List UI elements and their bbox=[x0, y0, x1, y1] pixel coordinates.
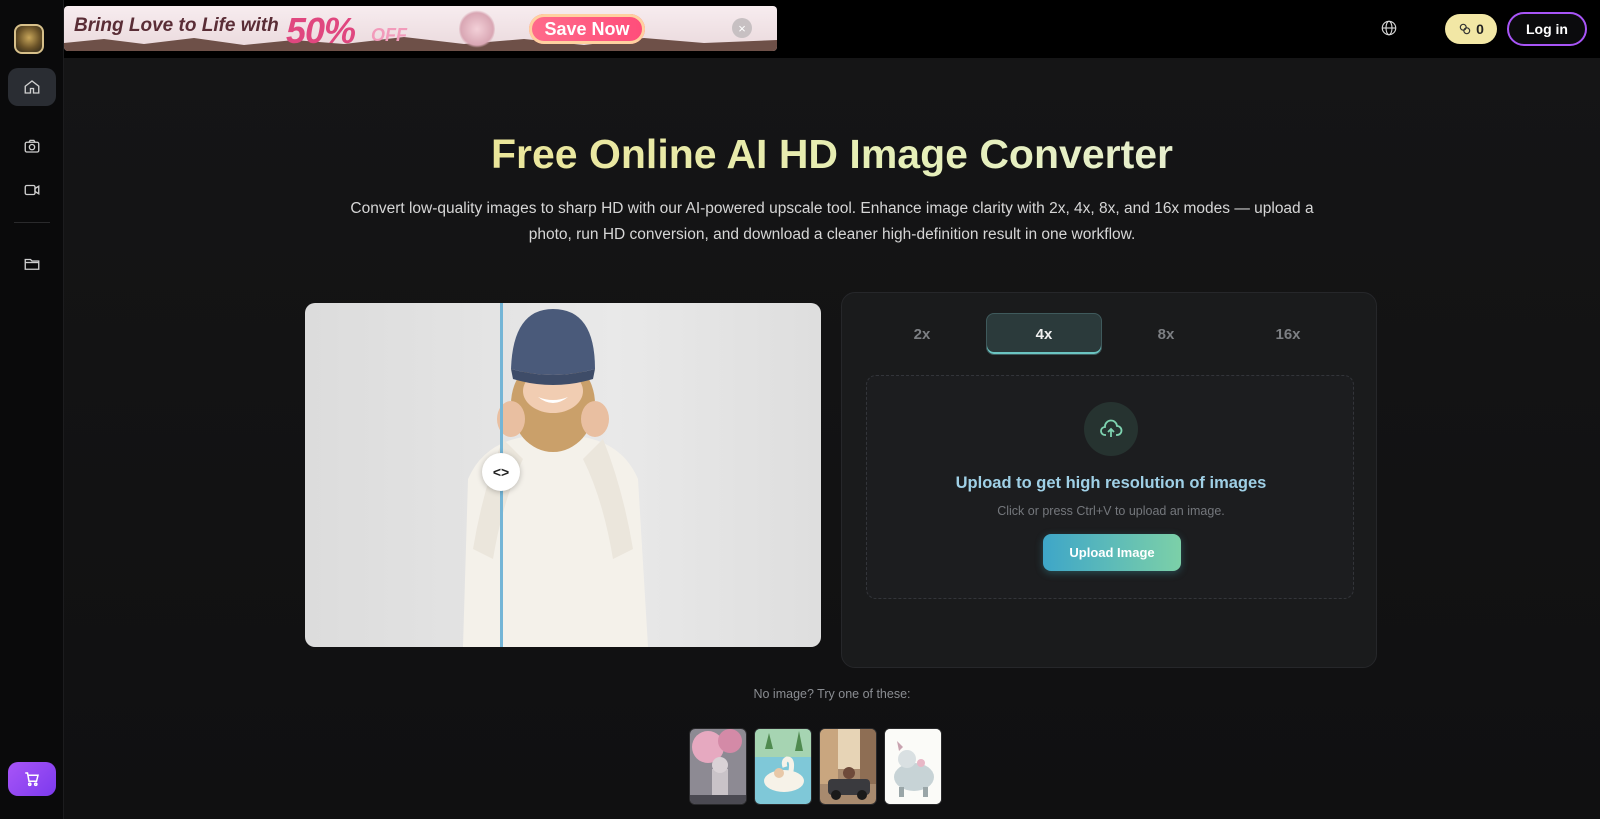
upload-cloud-icon bbox=[1084, 402, 1138, 456]
promo-banner[interactable]: Bring Love to Life with 50% OFF Save Now… bbox=[64, 6, 777, 51]
top-bar: Bring Love to Life with 50% OFF Save Now… bbox=[64, 0, 1600, 58]
sample-thumbnail-1[interactable] bbox=[689, 728, 747, 805]
tab-8x[interactable]: 8x bbox=[1108, 313, 1224, 355]
sidebar-divider bbox=[14, 222, 50, 223]
cart-button[interactable] bbox=[8, 762, 56, 796]
video-icon bbox=[24, 184, 40, 196]
cart-icon bbox=[25, 772, 39, 787]
globe-icon bbox=[1381, 20, 1397, 36]
tab-2x[interactable]: 2x bbox=[864, 313, 980, 355]
tab-16x[interactable]: 16x bbox=[1230, 313, 1346, 355]
sample-image-street-car bbox=[820, 729, 876, 804]
coins-icon bbox=[1459, 23, 1471, 35]
save-now-button[interactable]: Save Now bbox=[529, 14, 645, 44]
upscale-panel: 2x 4x 8x 16x Upload to get high resoluti… bbox=[841, 292, 1377, 668]
sample-person-image bbox=[463, 309, 648, 647]
main-content: Free Online AI HD Image Converter Conver… bbox=[64, 58, 1600, 819]
sample-images-label: No image? Try one of these: bbox=[753, 687, 911, 701]
page-title: Free Online AI HD Image Converter bbox=[64, 131, 1600, 178]
login-button[interactable]: Log in bbox=[1507, 12, 1587, 46]
tab-4x[interactable]: 4x bbox=[986, 313, 1102, 355]
sidebar-item-video[interactable] bbox=[8, 171, 56, 209]
folder-icon bbox=[24, 258, 40, 270]
before-after-preview[interactable]: <> bbox=[305, 303, 821, 647]
sample-image-cherry-blossom bbox=[690, 729, 746, 804]
upload-image-button[interactable]: Upload Image bbox=[1043, 534, 1181, 571]
language-button[interactable] bbox=[1380, 19, 1398, 37]
sample-thumbnail-4[interactable] bbox=[884, 728, 942, 805]
banner-figure-decoration bbox=[459, 9, 495, 49]
comparison-handle[interactable]: <> bbox=[482, 453, 520, 491]
sample-image-pool-swan bbox=[755, 729, 811, 804]
sample-thumbnail-3[interactable] bbox=[819, 728, 877, 805]
banner-close-icon[interactable]: × bbox=[732, 18, 752, 38]
sidebar-item-camera[interactable] bbox=[8, 127, 56, 165]
sample-thumbnail-2[interactable] bbox=[754, 728, 812, 805]
credits-count: 0 bbox=[1476, 21, 1484, 37]
sample-image-illustrated-animal bbox=[885, 729, 941, 804]
banner-mountains-decoration bbox=[64, 37, 777, 51]
credits-badge[interactable]: 0 bbox=[1445, 14, 1497, 44]
page-subtitle: Convert low-quality images to sharp HD w… bbox=[350, 200, 1314, 243]
sidebar-item-home[interactable] bbox=[8, 68, 56, 106]
upload-dropzone[interactable]: Upload to get high resolution of images … bbox=[866, 375, 1354, 599]
camera-icon bbox=[24, 139, 40, 153]
banner-off-label: OFF bbox=[371, 25, 407, 45]
upload-hint: Click or press Ctrl+V to upload an image… bbox=[997, 504, 1225, 518]
app-logo[interactable] bbox=[14, 24, 44, 54]
banner-text: Bring Love to Life with bbox=[74, 15, 279, 36]
sidebar-item-folder[interactable] bbox=[8, 245, 56, 283]
home-icon bbox=[24, 80, 40, 94]
banner-discount: 50% bbox=[286, 10, 356, 51]
sidebar bbox=[0, 0, 64, 819]
upload-title: Upload to get high resolution of images bbox=[955, 474, 1267, 492]
